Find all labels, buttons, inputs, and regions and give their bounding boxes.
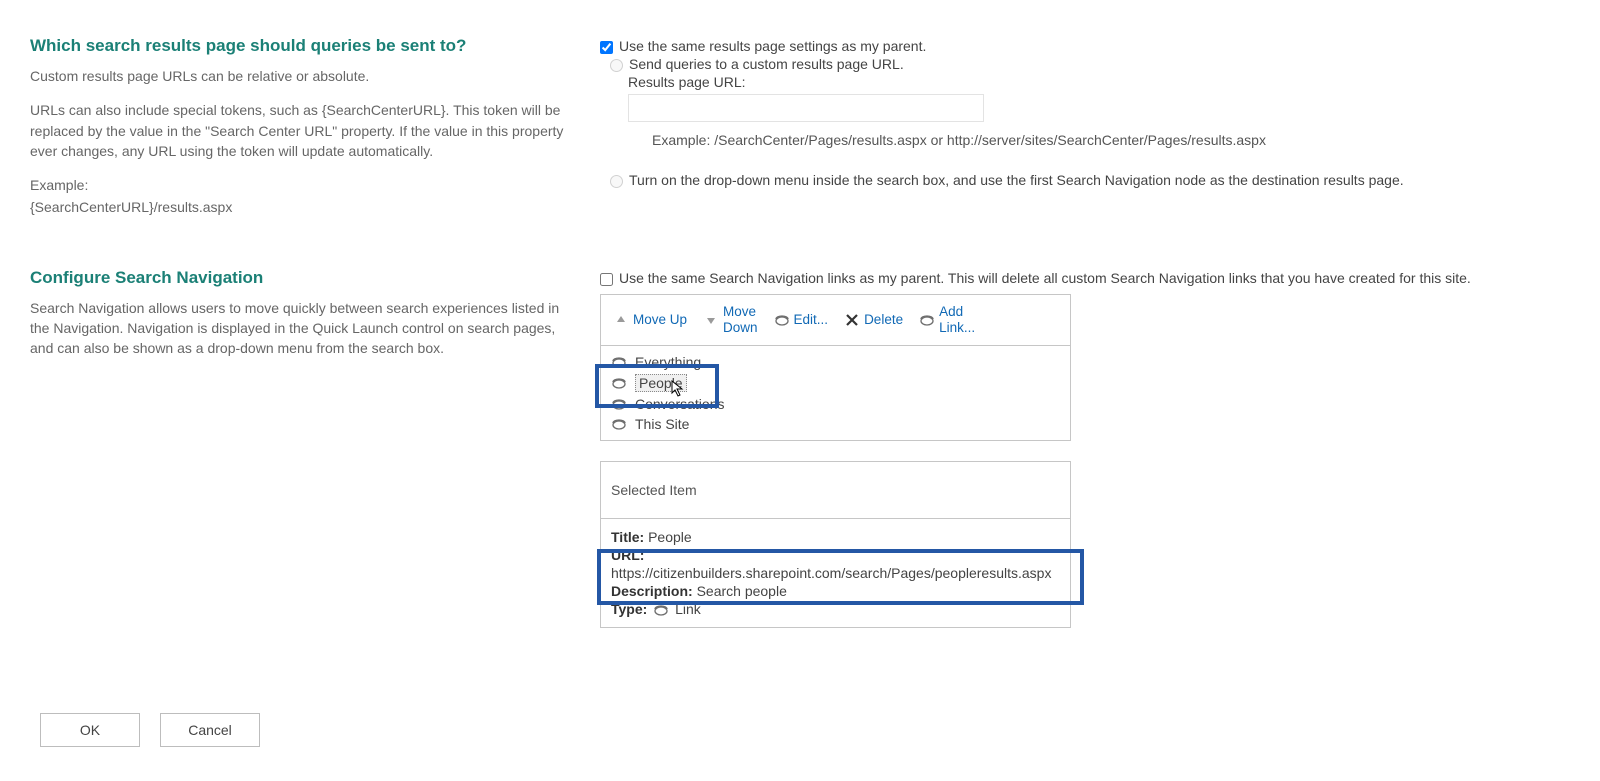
nav-item-people[interactable]: People bbox=[601, 372, 1070, 394]
add-link-label: AddLink... bbox=[939, 304, 975, 335]
link-icon bbox=[653, 603, 669, 617]
section2-title: Configure Search Navigation bbox=[30, 268, 580, 288]
move-down-label: MoveDown bbox=[723, 304, 758, 335]
cancel-button[interactable]: Cancel bbox=[160, 713, 260, 747]
edit-button[interactable]: Edit... bbox=[766, 312, 837, 328]
results-url-example: Example: /SearchCenter/Pages/results.asp… bbox=[652, 132, 1570, 148]
url-value: https://citizenbuilders.sharepoint.com/s… bbox=[611, 565, 1060, 581]
move-down-button[interactable]: MoveDown bbox=[695, 304, 766, 335]
nav-item-thissite[interactable]: This Site bbox=[601, 414, 1070, 434]
add-link-button[interactable]: AddLink... bbox=[911, 304, 983, 335]
same-results-label: Use the same results page settings as my… bbox=[619, 38, 926, 54]
same-nav-label: Use the same Search Navigation links as … bbox=[619, 270, 1471, 286]
same-results-checkbox[interactable] bbox=[600, 41, 613, 54]
title-label: Title: bbox=[611, 529, 644, 545]
section2-desc: Search Navigation allows users to move q… bbox=[30, 298, 580, 359]
results-url-input[interactable] bbox=[628, 94, 984, 122]
type-label: Type: bbox=[611, 601, 647, 617]
nav-editor: Move Up MoveDown Edit... bbox=[600, 294, 1071, 441]
results-url-label: Results page URL: bbox=[628, 74, 1570, 90]
arrow-up-icon bbox=[613, 312, 629, 328]
nav-item-label: Everything bbox=[635, 354, 701, 370]
move-up-button[interactable]: Move Up bbox=[605, 312, 695, 328]
description-label: Description: bbox=[611, 583, 693, 599]
arrow-down-icon bbox=[703, 312, 719, 328]
selected-item-panel: Selected Item Title: People URL: https:/… bbox=[600, 461, 1071, 628]
link-icon bbox=[611, 417, 629, 431]
nav-item-label: This Site bbox=[635, 416, 689, 432]
delete-label: Delete bbox=[864, 312, 903, 327]
cursor-icon bbox=[671, 380, 687, 398]
ok-button[interactable]: OK bbox=[40, 713, 140, 747]
dropdown-label: Turn on the drop-down menu inside the se… bbox=[629, 172, 1404, 188]
x-icon bbox=[844, 312, 860, 328]
dropdown-radio[interactable] bbox=[610, 175, 623, 188]
link-icon bbox=[611, 376, 629, 390]
custom-results-label: Send queries to a custom results page UR… bbox=[629, 56, 904, 72]
nav-item-label: Conversations bbox=[635, 396, 725, 412]
url-label: URL: bbox=[611, 547, 644, 563]
custom-results-radio[interactable] bbox=[610, 59, 623, 72]
delete-button[interactable]: Delete bbox=[836, 312, 911, 328]
section1-desc1: Custom results page URLs can be relative… bbox=[30, 66, 580, 86]
link-icon bbox=[611, 355, 629, 369]
type-value: Link bbox=[675, 601, 701, 617]
description-value: Search people bbox=[697, 583, 787, 599]
section1-title: Which search results page should queries… bbox=[30, 36, 580, 56]
section1-desc2: URLs can also include special tokens, su… bbox=[30, 100, 580, 161]
same-nav-checkbox[interactable] bbox=[600, 273, 613, 286]
link-icon bbox=[919, 312, 935, 328]
link-icon bbox=[774, 312, 790, 328]
section1-example-label: Example: bbox=[30, 175, 580, 195]
link-icon bbox=[611, 397, 629, 411]
nav-item-everything[interactable]: Everything bbox=[601, 352, 1070, 372]
title-value: People bbox=[648, 529, 692, 545]
selected-item-header: Selected Item bbox=[601, 462, 1070, 519]
nav-list: Everything People bbox=[601, 345, 1070, 440]
nav-toolbar: Move Up MoveDown Edit... bbox=[601, 295, 1070, 345]
section1-example-value: {SearchCenterURL}/results.aspx bbox=[30, 197, 580, 217]
edit-label: Edit... bbox=[794, 312, 829, 327]
move-up-label: Move Up bbox=[633, 312, 687, 327]
